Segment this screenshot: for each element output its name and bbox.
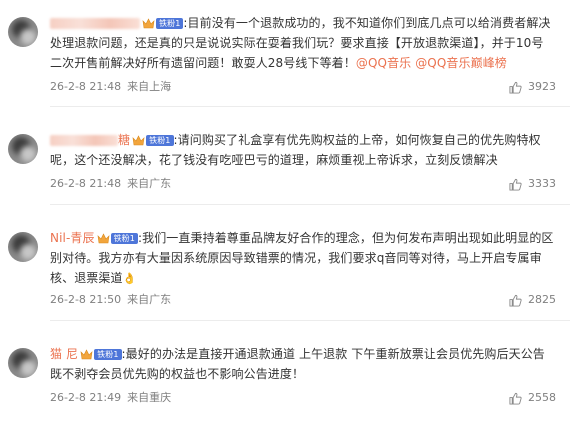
- comment-body: 铁粉1:目前没有一个退款成功的，我不知道你们到底几点可以给消费者解决处理退款问题…: [50, 13, 554, 73]
- comment-location: 来自重庆: [127, 391, 172, 404]
- like-button[interactable]: 3923: [509, 80, 556, 94]
- like-count: 3333: [528, 177, 556, 190]
- comment-meta: 26-2-8 21:49 来自重庆: [50, 391, 171, 405]
- mention-link[interactable]: @QQ音乐: [356, 56, 411, 70]
- comment-location: 来自上海: [127, 80, 172, 93]
- avatar[interactable]: [8, 232, 38, 262]
- like-count: 2825: [528, 293, 556, 306]
- divider: [50, 320, 570, 321]
- crown-icon: [142, 18, 155, 29]
- comment-location: 来自广东: [127, 177, 172, 190]
- divider: [50, 106, 570, 107]
- thumbs-up-icon: [509, 178, 522, 191]
- crown-icon: [80, 349, 93, 360]
- thumbs-up-icon: [509, 294, 522, 307]
- comment-meta: 26-2-8 21:48 来自广东: [50, 177, 171, 191]
- comment-body: 糖铁粉1:请问购买了礼盒享有优先购权益的上帝，如何恢复自己的优先购特权呢，这个还…: [50, 130, 554, 170]
- ok-hand-emoji: 👌: [122, 272, 137, 285]
- comment-date: 26-2-8 21:50: [50, 293, 122, 306]
- comment-date: 26-2-8 21:48: [50, 177, 122, 190]
- comment-meta: 26-2-8 21:48 来自上海: [50, 80, 171, 94]
- like-count: 3923: [528, 80, 556, 93]
- avatar[interactable]: [8, 348, 38, 378]
- comment-location: 来自广东: [127, 293, 172, 306]
- divider: [50, 204, 570, 205]
- crown-icon: [132, 135, 145, 146]
- thumbs-up-icon: [509, 392, 522, 405]
- like-count: 2558: [528, 391, 556, 404]
- comment-date: 26-2-8 21:48: [50, 80, 122, 93]
- username[interactable]: 猫 尼: [50, 347, 78, 361]
- fan-badge: 铁粉1: [156, 18, 184, 29]
- avatar[interactable]: [8, 134, 38, 164]
- like-button[interactable]: 2825: [509, 293, 556, 307]
- comment-text: :最好的办法是直接开通退款通道 上午退款 下午重新放票让会员优先购后天公告 既不…: [50, 347, 545, 381]
- username[interactable]: [50, 16, 140, 30]
- thumbs-up-icon: [509, 81, 522, 94]
- like-button[interactable]: 3333: [509, 177, 556, 191]
- comment-body: 猫 尼 铁粉1:最好的办法是直接开通退款通道 上午退款 下午重新放票让会员优先购后…: [50, 344, 554, 384]
- mention-link[interactable]: @QQ音乐巅峰榜: [415, 56, 507, 70]
- comment-meta: 26-2-8 21:50 来自广东: [50, 293, 171, 307]
- username[interactable]: 糖: [50, 133, 130, 147]
- fan-badge: 铁粉1: [110, 233, 138, 244]
- like-button[interactable]: 2558: [509, 391, 556, 405]
- crown-icon: [97, 233, 110, 244]
- username[interactable]: Nil-青辰: [50, 231, 95, 245]
- comment-body: Nil-青辰 铁粉1:我们一直秉持着尊重品牌友好合作的理念，但为何发布声明出现如此…: [50, 228, 554, 289]
- avatar[interactable]: [8, 17, 38, 47]
- fan-badge: 铁粉1: [94, 349, 122, 360]
- comment-date: 26-2-8 21:49: [50, 391, 122, 404]
- fan-badge: 铁粉1: [146, 135, 174, 146]
